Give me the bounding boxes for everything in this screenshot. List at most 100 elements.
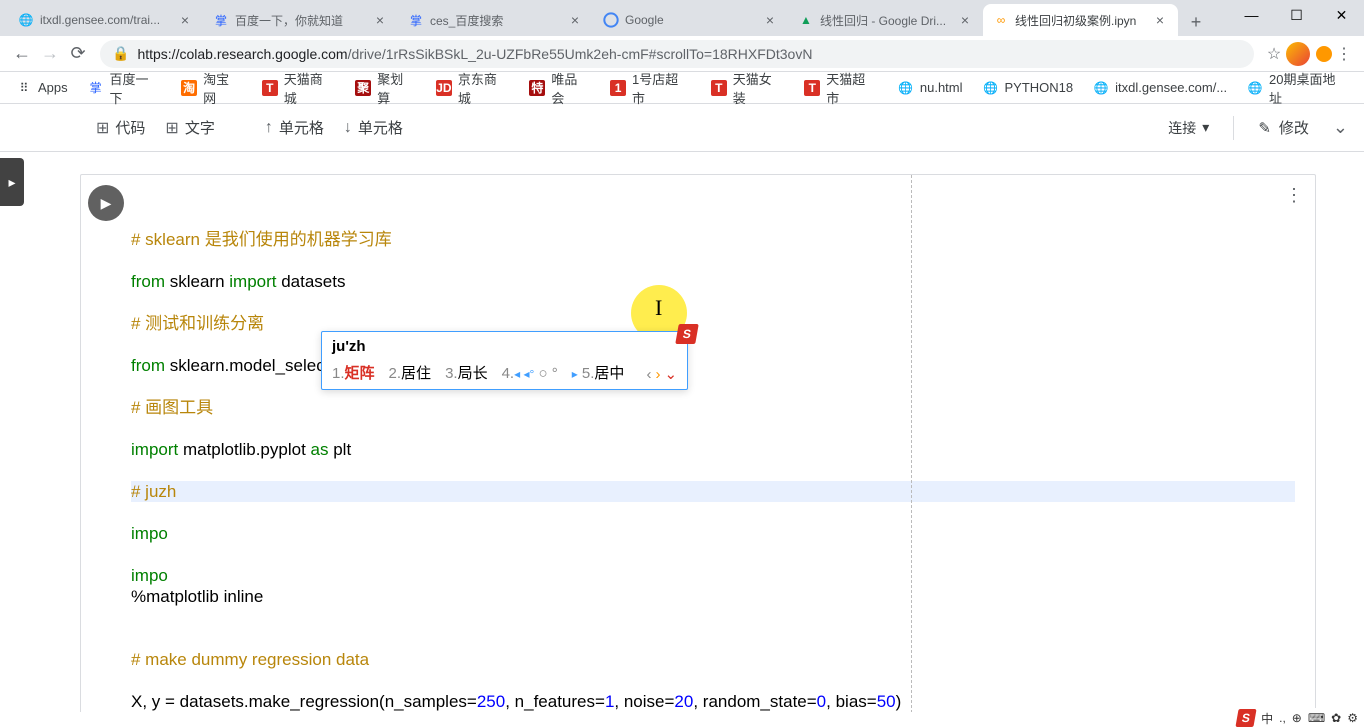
plus-icon: ⊞ xyxy=(96,118,109,138)
bookmark-tmallw[interactable]: T天猫女装 xyxy=(703,65,793,111)
sogou-logo-icon: S xyxy=(675,324,699,344)
ime-item[interactable]: ⊕ xyxy=(1292,711,1302,725)
connect-button[interactable]: 连接 ▾ xyxy=(1168,118,1209,138)
tab-close-3[interactable]: × xyxy=(762,12,778,28)
text-cursor-icon: I xyxy=(655,297,662,318)
cell-up-label: 单元格 xyxy=(279,117,324,138)
globe-icon: 🌐 xyxy=(983,80,999,96)
tab-5-active[interactable]: ∞ 线性回归初级案例.ipyn × xyxy=(983,4,1178,36)
bookmark-taobao[interactable]: 淘淘宝网 xyxy=(173,65,250,111)
ime-candidate-4[interactable]: 4.◂ ◂° ○ ° xyxy=(502,363,558,385)
tab-close-5[interactable]: × xyxy=(1152,12,1168,28)
cell-up-button[interactable]: ↑单元格 xyxy=(265,117,324,138)
minimize-button[interactable]: — xyxy=(1229,0,1274,30)
ime-popup[interactable]: S ju'zh 1.矩阵 2.居住 3.局长 4.◂ ◂° ○ ° ▸ 5.居中… xyxy=(321,331,688,390)
bookmark-20[interactable]: 🌐20期桌面地址 xyxy=(1239,65,1356,111)
edit-button[interactable]: ✎ 修改 xyxy=(1258,117,1309,138)
tab-close-2[interactable]: × xyxy=(567,12,583,28)
reload-button[interactable]: ⟳ xyxy=(64,40,92,68)
bookmark-nu[interactable]: 🌐nu.html xyxy=(890,76,971,100)
connect-label: 连接 xyxy=(1168,118,1196,138)
menu-icon[interactable]: ⋮ xyxy=(1332,42,1356,66)
ime-mode[interactable]: 中 xyxy=(1261,710,1273,727)
bookmark-vip[interactable]: 特唯品会 xyxy=(521,65,598,111)
bookmark-apps[interactable]: ⠿Apps xyxy=(8,76,76,100)
ime-candidate-1[interactable]: 1.矩阵 xyxy=(332,363,375,385)
baidu-icon: 掌 xyxy=(88,80,104,96)
omnibox[interactable]: 🔒 https://colab.research.google.com/driv… xyxy=(100,40,1254,68)
ime-item[interactable]: ✿ xyxy=(1331,711,1341,725)
maximize-button[interactable]: ☐ xyxy=(1274,0,1319,30)
ime-prev-icon[interactable]: ‹ xyxy=(646,364,651,385)
add-text-cell-button[interactable]: ⊞文字 xyxy=(165,117,214,138)
close-window-button[interactable]: ✕ xyxy=(1319,0,1364,30)
back-button[interactable]: ← xyxy=(8,40,36,68)
bookmark-juhuasuan[interactable]: 聚聚划算 xyxy=(347,65,424,111)
tab-favicon-5: ∞ xyxy=(993,12,1009,28)
tab-0[interactable]: 🌐 itxdl.gensee.com/trai... × xyxy=(8,4,203,36)
yhd-icon: 1 xyxy=(610,80,626,96)
bookmark-tmall[interactable]: T天猫商城 xyxy=(254,65,344,111)
tab-close-0[interactable]: × xyxy=(177,12,193,28)
colab-toolbar: ⊞代码 ⊞文字 ↑单元格 ↓单元格 连接▾ ✎修改 ⌄ xyxy=(0,104,1364,152)
ime-more-icon[interactable]: ⌄ xyxy=(664,364,677,385)
chevron-down-icon: ▾ xyxy=(1202,119,1209,136)
bookmark-yhd[interactable]: 1 1号店超市 xyxy=(602,65,699,111)
bookmark-label: 聚划算 xyxy=(377,69,416,107)
ime-candidate-3[interactable]: 3.局长 xyxy=(445,363,488,385)
ime-settings-icon[interactable]: ⚙ xyxy=(1347,711,1358,725)
tab-1[interactable]: 掌 百度一下，你就知道 × xyxy=(203,4,398,36)
juhuasuan-icon: 聚 xyxy=(355,80,371,96)
bookmark-label: 1号店超市 xyxy=(632,69,691,107)
tab-favicon-2: 掌 xyxy=(408,12,424,28)
tmalls-icon: T xyxy=(804,80,820,96)
run-cell-button[interactable]: ▶ xyxy=(88,185,124,221)
ime-nav[interactable]: ‹›⌄ xyxy=(646,363,677,385)
bookmark-baidu[interactable]: 掌百度一下 xyxy=(80,65,170,111)
code-editor[interactable]: # sklearn 是我们使用的机器学习库 from sklearn impor… xyxy=(131,175,1315,712)
arrow-down-icon: ↓ xyxy=(344,119,352,137)
bookmark-python18[interactable]: 🌐 PYTHON18 xyxy=(975,76,1082,100)
tab-close-1[interactable]: × xyxy=(372,12,388,28)
expand-button[interactable]: ⌄ xyxy=(1333,117,1348,138)
new-tab-button[interactable]: + xyxy=(1182,8,1210,36)
ime-candidate-2[interactable]: 2.居住 xyxy=(389,363,432,385)
edit-label: 修改 xyxy=(1279,117,1309,138)
tab-title-4: 线性回归 - Google Dri... xyxy=(820,12,951,29)
ime-candidate-5[interactable]: ▸ 5.居中 xyxy=(572,363,625,385)
tab-title-2: ces_百度搜索 xyxy=(430,12,561,29)
pencil-icon: ✎ xyxy=(1258,119,1271,137)
bookmark-tmalls[interactable]: T天猫超市 xyxy=(796,65,886,111)
window-controls: — ☐ ✕ xyxy=(1229,0,1364,30)
bookmark-label: 京东商城 xyxy=(458,69,510,107)
bookmark-label: 淘宝网 xyxy=(203,69,242,107)
star-icon[interactable]: ☆ xyxy=(1262,42,1286,66)
taobao-icon: 淘 xyxy=(181,80,197,96)
bookmark-label: 20期桌面地址 xyxy=(1269,69,1348,107)
code-cell[interactable]: ▶ ⋮ # sklearn 是我们使用的机器学习库 from sklearn i… xyxy=(80,174,1316,712)
bookmark-jd[interactable]: JD京东商城 xyxy=(428,65,518,111)
tab-favicon-3 xyxy=(603,12,619,28)
ime-taskbar: S 中 ., ⊕ ⌨ ✿ ⚙ xyxy=(1231,708,1364,728)
forward-button[interactable]: → xyxy=(36,40,64,68)
extension-icon[interactable] xyxy=(1316,46,1332,62)
bookmark-label: PYTHON18 xyxy=(1005,80,1074,95)
bookmark-itxdl[interactable]: 🌐itxdl.gensee.com/... xyxy=(1085,76,1235,100)
ime-keyboard-icon[interactable]: ⌨ xyxy=(1308,711,1325,725)
lock-icon: 🔒 xyxy=(112,45,129,62)
tab-title-3: Google xyxy=(625,13,756,27)
add-code-cell-button[interactable]: ⊞代码 xyxy=(96,117,145,138)
cell-gutter: ▶ xyxy=(81,175,131,712)
tab-2[interactable]: 掌 ces_百度搜索 × xyxy=(398,4,593,36)
ime-punct[interactable]: ., xyxy=(1279,711,1286,725)
cell-down-button[interactable]: ↓单元格 xyxy=(344,117,403,138)
plus-icon: ⊞ xyxy=(165,118,178,138)
sogou-taskbar-icon[interactable]: S xyxy=(1236,709,1257,727)
profile-avatar[interactable] xyxy=(1286,42,1310,66)
tab-3[interactable]: Google × xyxy=(593,4,788,36)
ime-next-icon[interactable]: › xyxy=(655,364,660,385)
tab-close-4[interactable]: × xyxy=(957,12,973,28)
tab-4[interactable]: ▲ 线性回归 - Google Dri... × xyxy=(788,4,983,36)
tab-favicon-0: 🌐 xyxy=(18,12,34,28)
tab-title-1: 百度一下，你就知道 xyxy=(235,12,366,29)
